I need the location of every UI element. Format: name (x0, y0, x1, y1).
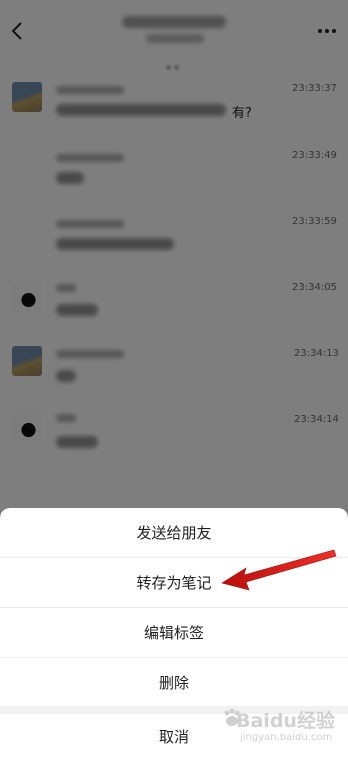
send-to-friend-button[interactable]: 发送给朋友 (0, 508, 348, 558)
save-as-note-button[interactable]: 转存为笔记 (0, 558, 348, 608)
edit-tags-button[interactable]: 编辑标签 (0, 608, 348, 658)
watermark-title: Baidu经验 (236, 710, 335, 732)
baidu-watermark: Baidu经验 jingyan.baidu.com (222, 704, 342, 754)
delete-button[interactable]: 删除 (0, 658, 348, 708)
watermark-url: jingyan.baidu.com (240, 732, 333, 743)
